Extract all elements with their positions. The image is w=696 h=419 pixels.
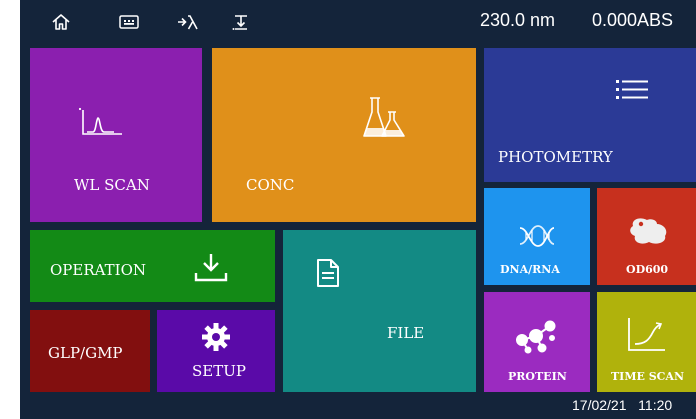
conc-tile[interactable]: CONC	[212, 48, 476, 222]
conc-label: CONC	[246, 176, 295, 194]
date-time: 17/02/21 11:20	[572, 397, 673, 413]
absorbance-readout: 0.000ABS	[592, 10, 674, 30]
wavelength-readout: 230.0 nm	[480, 10, 556, 30]
time-scan-label: TIME SCAN	[611, 370, 685, 383]
setup-tile[interactable]: SETUP	[157, 310, 275, 392]
photometry-label: PHOTOMETRY	[498, 148, 613, 166]
dna-rna-label: DNA/RNA	[500, 263, 560, 276]
home-icon[interactable]	[48, 10, 74, 34]
zero-baseline-icon[interactable]	[228, 10, 254, 34]
flasks-icon	[362, 94, 406, 149]
molecule-icon	[512, 318, 560, 359]
time-scan-tile[interactable]: TIME SCAN	[597, 292, 696, 392]
gear-icon	[201, 322, 231, 357]
keypad-icon[interactable]	[116, 10, 142, 34]
operation-label: OPERATION	[50, 261, 146, 279]
dna-rna-tile[interactable]: DNA/RNA	[484, 188, 590, 285]
spectrum-peak-icon	[78, 104, 124, 145]
instrument-screen: 230.0 nm 0.000ABS WL SCAN CONC PHOTOMETR…	[20, 0, 696, 419]
protein-label: PROTEIN	[508, 370, 567, 383]
wl-scan-tile[interactable]: WL SCAN	[30, 48, 202, 222]
photometry-tile[interactable]: PHOTOMETRY	[484, 48, 696, 182]
footer-bar: 17/02/21 11:20	[20, 394, 696, 419]
document-icon	[316, 258, 340, 293]
wl-scan-label: WL SCAN	[74, 176, 150, 194]
list-icon	[616, 78, 648, 111]
od600-label: OD600	[626, 263, 669, 276]
file-label: FILE	[387, 324, 425, 342]
protein-tile[interactable]: PROTEIN	[484, 292, 590, 392]
glp-gmp-tile[interactable]: GLP/GMP	[30, 310, 150, 392]
kinetic-curve-icon	[627, 316, 667, 359]
download-icon	[194, 252, 228, 289]
od600-tile[interactable]: OD600	[597, 188, 696, 285]
lambda-goto-icon[interactable]	[176, 10, 202, 34]
setup-label: SETUP	[192, 362, 246, 380]
glp-gmp-label: GLP/GMP	[48, 344, 123, 362]
dna-helix-icon	[518, 222, 556, 257]
file-tile[interactable]: FILE	[283, 230, 476, 392]
status-bar: 230.0 nm 0.000ABS	[20, 0, 696, 44]
cell-icon	[627, 214, 671, 253]
operation-tile[interactable]: OPERATION	[30, 230, 275, 302]
